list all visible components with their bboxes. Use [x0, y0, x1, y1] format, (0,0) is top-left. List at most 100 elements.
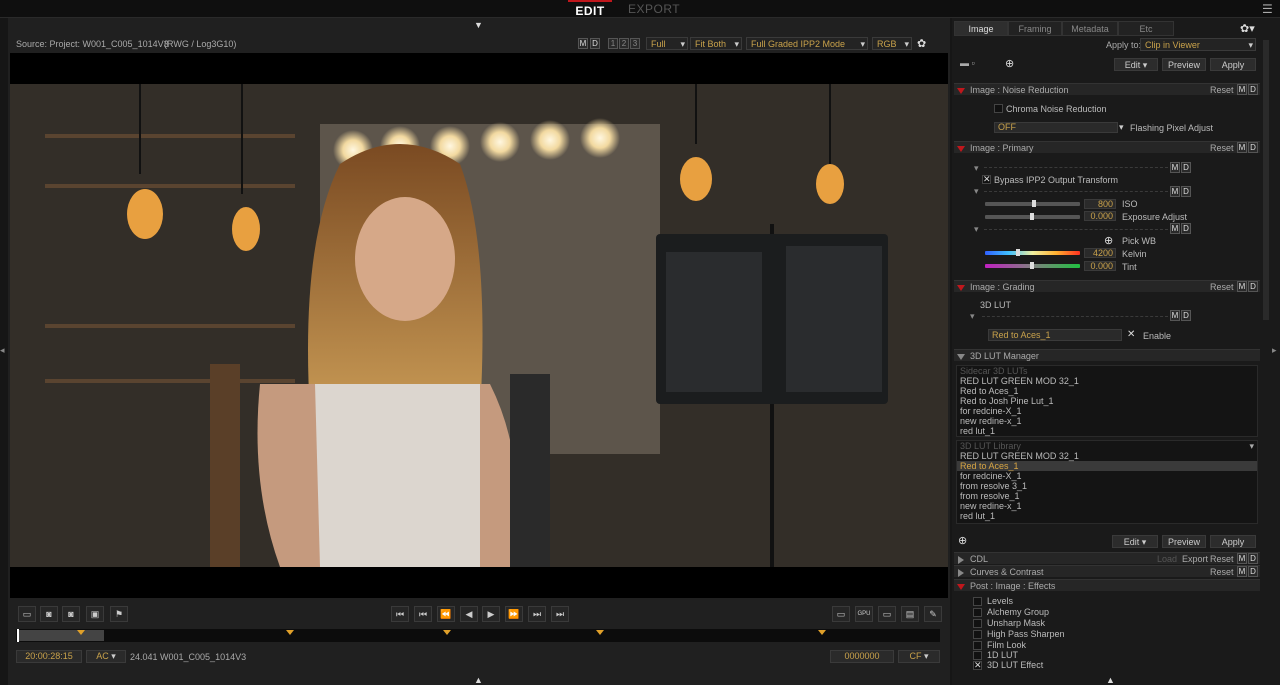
cdl-m-button[interactable]: M	[1237, 553, 1247, 564]
grading-m-button[interactable]: M	[1237, 281, 1247, 292]
list-item[interactable]: RED LUT GREEN MOD 32_1	[957, 376, 1257, 386]
filmlook-checkbox[interactable]	[973, 641, 982, 650]
panel-gear-icon[interactable]: ✿▾	[1240, 22, 1255, 35]
curves-m-button[interactable]: M	[1237, 566, 1247, 577]
tab-etc[interactable]: Etc	[1118, 21, 1174, 36]
list-item-selected[interactable]: Red to Aces_1	[957, 461, 1257, 471]
play-reverse-button[interactable]: ◀	[460, 606, 478, 622]
m-button[interactable]: M	[1170, 162, 1180, 173]
list-item[interactable]: new redine-x_1	[957, 501, 1257, 511]
tab-image[interactable]: Image	[954, 21, 1008, 36]
clip-icon[interactable]: ▭	[18, 606, 36, 622]
quality-dropdown[interactable]: Full ▾	[646, 37, 688, 50]
mode-dropdown[interactable]: Full Graded IPP2 Mode ▾	[746, 37, 868, 50]
target-icon[interactable]: ⊕	[1005, 57, 1014, 70]
kelvin-slider[interactable]	[985, 251, 1080, 255]
list-item[interactable]: Red to Josh Pine Lut_1	[957, 396, 1257, 406]
subgroup-triangle-icon[interactable]: ▾	[974, 163, 979, 174]
cdl-d-button[interactable]: D	[1248, 553, 1258, 564]
edit-dropdown[interactable]: Edit ▾	[1114, 58, 1158, 71]
folder-icon[interactable]: ▬ ▫	[960, 58, 975, 68]
list-item[interactable]: red lut_1	[957, 426, 1257, 436]
library-header[interactable]: 3D LUT Library ▾	[957, 441, 1257, 451]
next-marker-button[interactable]: ⏭	[528, 606, 546, 622]
subgroup-triangle-icon[interactable]: ▾	[974, 186, 979, 197]
list-item[interactable]: from resolve 3_1	[957, 481, 1257, 491]
overlay-icon[interactable]: ▣	[86, 606, 104, 622]
list-item[interactable]: from resolve_1	[957, 491, 1257, 501]
go-to-end-button[interactable]: ⏭	[551, 606, 569, 622]
grading-reset-button[interactable]: Reset	[1210, 282, 1234, 292]
d-button[interactable]: D	[1181, 310, 1191, 321]
fast-forward-button[interactable]: ⏩	[505, 606, 523, 622]
alchemy-checkbox[interactable]	[973, 608, 982, 617]
section-effects[interactable]: Post : Image : Effects	[954, 579, 1260, 591]
gpu-icon[interactable]: GPU	[855, 606, 873, 622]
levels-checkbox[interactable]	[973, 597, 982, 606]
enable-check-icon[interactable]: ✕	[1127, 329, 1135, 340]
pick-wb-target-icon[interactable]: ⊕	[1104, 234, 1113, 247]
apply-button[interactable]: Apply	[1210, 58, 1256, 71]
collapse-top-icon[interactable]: ▼	[474, 20, 483, 30]
noise-d-button[interactable]: D	[1248, 84, 1258, 95]
tab-metadata[interactable]: Metadata	[1062, 21, 1118, 36]
grading-d-button[interactable]: D	[1248, 281, 1258, 292]
timeline-marker[interactable]	[818, 630, 826, 635]
tint-field[interactable]: 0.000	[1084, 261, 1116, 271]
tab-edit[interactable]: EDIT	[568, 0, 612, 18]
d-button[interactable]: D	[1181, 186, 1191, 197]
lut-apply-button[interactable]: Apply	[1210, 535, 1256, 548]
flag-icon[interactable]: ⚑	[110, 606, 128, 622]
view-2-button[interactable]: 2	[619, 38, 629, 49]
cdl-export-button[interactable]: Export	[1182, 554, 1208, 564]
exposure-field[interactable]: 0.000	[1084, 211, 1116, 221]
go-to-start-button[interactable]: ⏮	[391, 606, 409, 622]
lut-edit-dropdown[interactable]: Edit ▾	[1112, 535, 1158, 548]
layout-icon[interactable]: ▤	[901, 606, 919, 622]
iso-field[interactable]: 800	[1084, 199, 1116, 209]
section-lut-manager[interactable]: 3D LUT Manager	[954, 349, 1260, 361]
rewind-button[interactable]: ⏪	[437, 606, 455, 622]
subgroup-triangle-icon[interactable]: ▾	[974, 224, 979, 235]
view-1-button[interactable]: 1	[608, 38, 618, 49]
r3d-snapshot-icon[interactable]: ◙	[62, 606, 80, 622]
chevron-down-icon[interactable]: ▾	[1119, 122, 1124, 133]
1dlut-checkbox[interactable]	[973, 651, 982, 660]
iso-slider-knob[interactable]	[1032, 200, 1036, 207]
primary-m-button[interactable]: M	[1237, 142, 1247, 153]
apply-to-dropdown[interactable]: Clip in Viewer ▾	[1140, 38, 1256, 51]
viewer-settings-gear-icon[interactable]: ✿	[917, 37, 926, 50]
curves-reset-button[interactable]: Reset	[1210, 567, 1234, 577]
channel-dropdown[interactable]: RGB ▾	[872, 37, 912, 50]
menu-icon[interactable]: ☰	[1262, 2, 1273, 16]
m-button[interactable]: M	[578, 38, 588, 49]
right-panel-toggle-icon[interactable]: ▸	[1272, 345, 1277, 356]
chroma-noise-checkbox[interactable]	[994, 104, 1003, 113]
3dlut-effect-checkbox[interactable]: ✕	[973, 661, 982, 670]
tools-icon[interactable]: ✎	[924, 606, 942, 622]
d-button[interactable]: D	[590, 38, 600, 49]
list-item[interactable]: for redcine-X_1	[957, 406, 1257, 416]
frame-field[interactable]: 0000000	[830, 650, 894, 663]
list-item[interactable]: RED LUT GREEN MOD 32_1	[957, 451, 1257, 461]
kelvin-slider-knob[interactable]	[1016, 249, 1020, 256]
tab-export[interactable]: EXPORT	[628, 2, 680, 16]
playhead[interactable]	[17, 629, 19, 642]
timecode-field[interactable]: 20:00:28:15	[16, 650, 82, 663]
m-button[interactable]: M	[1170, 186, 1180, 197]
preview-button[interactable]: Preview	[1162, 58, 1206, 71]
collapse-bottom-icon[interactable]: ▲	[474, 675, 483, 685]
fit-dropdown[interactable]: Fit Both ▾	[690, 37, 742, 50]
unsharp-checkbox[interactable]	[973, 619, 982, 628]
display-icon[interactable]: ▭	[878, 606, 896, 622]
m-button[interactable]: M	[1170, 310, 1180, 321]
bypass-checkbox[interactable]: ✕	[982, 175, 991, 184]
snapshot-icon[interactable]: ◙	[40, 606, 58, 622]
timeline-marker[interactable]	[596, 630, 604, 635]
previous-marker-button[interactable]: ⏮	[414, 606, 432, 622]
noise-m-button[interactable]: M	[1237, 84, 1247, 95]
frame-mode-dropdown[interactable]: CF ▾	[898, 650, 940, 663]
lut-preview-button[interactable]: Preview	[1162, 535, 1206, 548]
noise-reset-button[interactable]: Reset	[1210, 85, 1234, 95]
tab-framing[interactable]: Framing	[1008, 21, 1062, 36]
